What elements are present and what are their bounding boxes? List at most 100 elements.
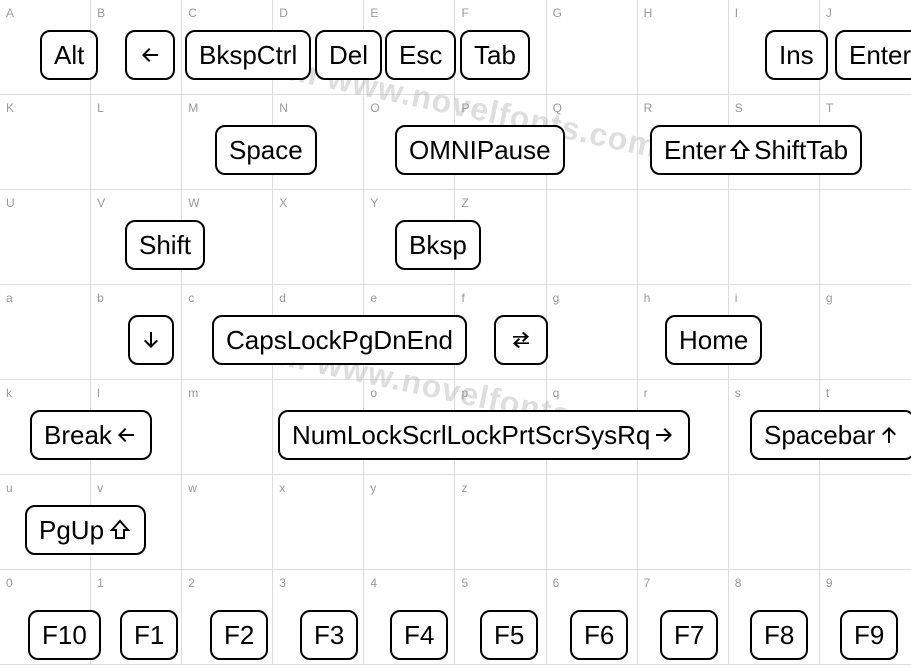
key-shift: Shift (125, 220, 205, 270)
grid-cell (638, 190, 729, 284)
tab-arrows-icon (509, 328, 533, 352)
key-tab: Tab (460, 30, 530, 80)
grid-cell: H (638, 0, 729, 94)
key-label: F7 (674, 622, 704, 648)
cell-label: U (6, 196, 15, 210)
cell-label: y (370, 481, 376, 495)
grid-cell: z (455, 475, 546, 569)
key-break-left: Break (30, 410, 152, 460)
cell-label: 2 (188, 576, 195, 590)
key-label: Home (679, 327, 748, 353)
cell-label: z (461, 481, 467, 495)
cell-label: A (6, 6, 14, 20)
cell-label: X (279, 196, 287, 210)
cell-label: E (370, 6, 378, 20)
cell-label: W (188, 196, 199, 210)
cell-label: x (279, 481, 285, 495)
grid-cell: x (273, 475, 364, 569)
key-label: F8 (764, 622, 794, 648)
key-f8: F8 (750, 610, 808, 660)
cell-label: O (370, 101, 379, 115)
key-tab-arrows (494, 315, 548, 365)
cell-label: c (188, 291, 194, 305)
cell-label: f (461, 291, 464, 305)
key-f6: F6 (570, 610, 628, 660)
key-bksp-ctrl: BkspCtrl (185, 30, 311, 80)
key-f4: F4 (390, 610, 448, 660)
key-alt: Alt (40, 30, 98, 80)
key-label: OMNIPause (409, 137, 551, 163)
cell-label: m (188, 386, 198, 400)
key-label: Spacebar (764, 422, 875, 448)
key-label: Alt (54, 42, 84, 68)
key-label: Enter (849, 42, 911, 68)
arrow-up-icon (877, 423, 901, 447)
cell-label: I (735, 6, 738, 20)
shift-outline-icon (108, 518, 132, 542)
cell-label: e (370, 291, 377, 305)
arrow-right-icon (652, 423, 676, 447)
key-f7: F7 (660, 610, 718, 660)
cell-label: a (6, 291, 13, 305)
key-capslock-pgdn-end: CapsLockPgDnEnd (212, 315, 467, 365)
cell-label: 9 (826, 576, 833, 590)
key-label: Tab (474, 42, 516, 68)
cell-label: p (461, 386, 468, 400)
key-space: Space (215, 125, 317, 175)
key-ins: Ins (765, 30, 828, 80)
key-label: CapsLockPgDnEnd (226, 327, 453, 353)
grid-cell (547, 190, 638, 284)
cell-label: 6 (553, 576, 560, 590)
cell-label: T (826, 101, 833, 115)
cell-label: g (553, 291, 560, 305)
key-label: Ins (779, 42, 814, 68)
grid-cell: X (273, 190, 364, 284)
cell-label: G (553, 6, 562, 20)
key-label: Enter (664, 137, 726, 163)
cell-label: C (188, 6, 197, 20)
arrow-left-icon (114, 423, 138, 447)
key-home: Home (665, 315, 762, 365)
key-label: F10 (42, 622, 87, 648)
glyph-grid: A B C D E F G H I J K L M N O P Q R S T … (0, 0, 911, 668)
key-enter-shift-tab: Enter ShiftTab (650, 125, 862, 175)
key-f3: F3 (300, 610, 358, 660)
cell-label: 0 (6, 576, 13, 590)
cell-label: Z (461, 196, 468, 210)
cell-label: o (370, 386, 377, 400)
grid-cell: G (547, 0, 638, 94)
cell-label: 1 (97, 576, 104, 590)
cell-label: 4 (370, 576, 377, 590)
key-label: ShiftTab (754, 137, 848, 163)
key-label: F9 (854, 622, 884, 648)
key-backspace-arrow (125, 30, 175, 80)
grid-cell: m (182, 380, 273, 474)
key-label: F1 (134, 622, 164, 648)
cell-label: L (97, 101, 104, 115)
cell-label: u (6, 481, 13, 495)
key-arrow-down (128, 315, 174, 365)
key-label: BkspCtrl (199, 42, 297, 68)
grid-cell: a (0, 285, 91, 379)
key-label: Break (44, 422, 112, 448)
cell-label: H (644, 6, 653, 20)
key-label: Shift (139, 232, 191, 258)
grid-cell (820, 190, 911, 284)
key-bksp: Bksp (395, 220, 481, 270)
cell-label: 3 (279, 576, 286, 590)
cell-label: 5 (461, 576, 468, 590)
grid-cell: w (182, 475, 273, 569)
shift-outline-icon (728, 138, 752, 162)
key-omni-pause: OMNIPause (395, 125, 565, 175)
grid-cell (729, 190, 820, 284)
cell-label: k (6, 386, 12, 400)
key-label: Del (329, 42, 368, 68)
cell-label: N (279, 101, 288, 115)
cell-label: t (826, 386, 829, 400)
cell-label: r (644, 386, 648, 400)
grid-cell (638, 475, 729, 569)
cell-label: d (279, 291, 286, 305)
key-label: Bksp (409, 232, 467, 258)
key-label: F4 (404, 622, 434, 648)
cell-label: i (735, 291, 738, 305)
